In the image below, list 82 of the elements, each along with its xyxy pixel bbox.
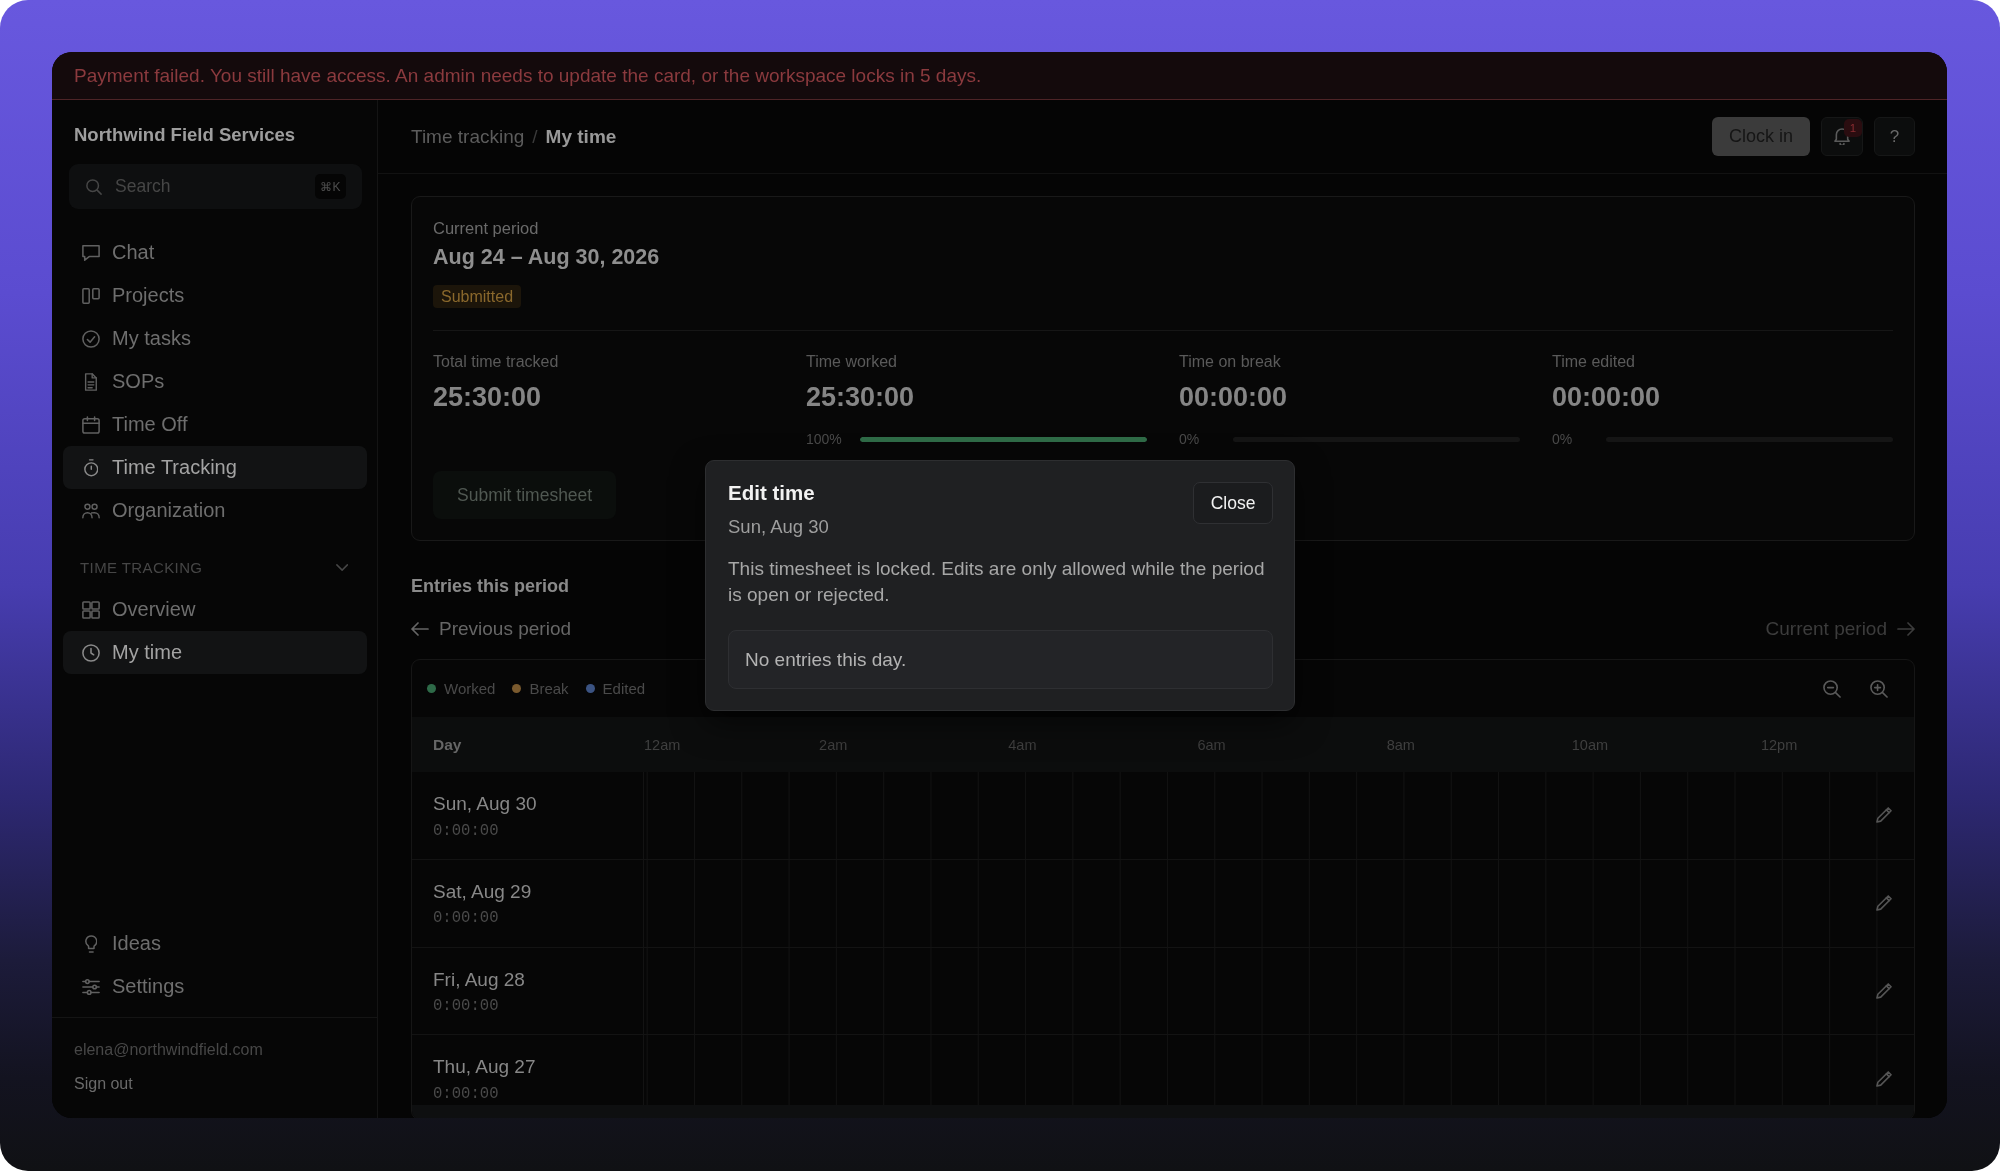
day-label: Fri, Aug 28: [433, 967, 525, 992]
stat-value: 25:30:00: [433, 381, 542, 413]
stat-value: 00:00:00: [1179, 381, 1288, 413]
arrow-right-icon: [1897, 622, 1915, 636]
arrow-left-icon: [411, 622, 429, 636]
close-button[interactable]: Close: [1193, 482, 1273, 524]
previous-period-link[interactable]: Previous period: [411, 618, 572, 640]
day-total: 0:00:00: [433, 1083, 499, 1104]
sidebar-item[interactable]: My time: [63, 631, 367, 674]
breadcrumb-link[interactable]: Time tracking: [411, 125, 525, 148]
sidebar-item[interactable]: Time Tracking: [63, 446, 367, 489]
edit-button[interactable]: [1876, 1070, 1892, 1087]
section-title: Entries this period: [411, 575, 570, 598]
sidebar-item[interactable]: Organization: [63, 489, 367, 532]
legend-label: Break: [529, 680, 569, 697]
sidebar-item[interactable]: My tasks: [63, 317, 367, 360]
notification-badge: 1: [1844, 119, 1862, 137]
edit-button[interactable]: [1876, 895, 1892, 912]
day-label: Sun, Aug 30: [433, 792, 537, 816]
percent-label: 0%: [1552, 431, 1574, 447]
document-icon: [84, 372, 98, 391]
zoom-in-icon: [1870, 679, 1888, 698]
stat-label: Time worked: [806, 352, 897, 372]
column-heading: Day: [432, 735, 463, 754]
search-icon: [86, 178, 102, 195]
stat-label: Time edited: [1552, 352, 1635, 372]
stat-value: 00:00:00: [1552, 381, 1661, 413]
pencil-icon: [1876, 807, 1892, 824]
sidebar-item[interactable]: Overview: [63, 588, 367, 631]
pencil-icon: [1876, 983, 1892, 999]
calendar-icon: [82, 415, 100, 434]
grid-icon: [82, 600, 100, 619]
user-email: elena@northwindfield.com: [74, 1040, 263, 1060]
stat-value: 25:30:00: [806, 381, 915, 413]
status-badge: Submitted: [433, 285, 522, 308]
sidebar-item[interactable]: Time Off: [63, 403, 367, 446]
sidebar-item[interactable]: Chat: [63, 231, 367, 274]
stopwatch-icon: [83, 458, 99, 477]
period-label: Current period: [433, 218, 539, 238]
empty-state: No entries this day.: [728, 630, 1273, 689]
sidebar-item[interactable]: Settings: [63, 965, 367, 1008]
section-toggle[interactable]: TIME TRACKING: [63, 556, 367, 578]
breadcrumb-separator: /: [532, 125, 538, 148]
chevron-down-icon: [335, 563, 348, 571]
people-icon: [82, 501, 100, 520]
legend-label: Edited: [602, 680, 646, 697]
bell-icon: [1833, 128, 1850, 145]
lightbulb-icon: [84, 934, 98, 953]
workspace-name: Northwind Field Services: [74, 123, 296, 147]
help-button[interactable]: ?: [1874, 117, 1915, 156]
sidebar-item[interactable]: Projects: [63, 274, 367, 317]
breadcrumb-current: My time: [545, 125, 617, 148]
check-circle-icon: [82, 329, 100, 348]
day-total: 0:00:00: [433, 820, 499, 841]
percent-label: 100%: [806, 431, 843, 447]
day-total: 0:00:00: [433, 908, 499, 929]
dialog-title: Edit time: [728, 480, 815, 506]
sidebar-item[interactable]: SOPs: [63, 360, 367, 403]
edit-button[interactable]: [1876, 807, 1892, 824]
clock-icon: [82, 643, 100, 662]
dialog-subtitle: Sun, Aug 30: [728, 515, 829, 539]
sign-out-link[interactable]: Sign out: [74, 1074, 133, 1094]
stat-label: Total time tracked: [433, 352, 559, 372]
stat-label: Time on break: [1179, 352, 1281, 372]
keyboard-shortcut: ⌘K: [315, 174, 346, 199]
percent-label: 0%: [1179, 431, 1201, 447]
chat-bubble-icon: [82, 243, 100, 262]
day-label: Sat, Aug 29: [433, 879, 532, 904]
period-range: Aug 24 – Aug 30, 2026: [433, 244, 660, 271]
legend-label: Worked: [444, 680, 496, 697]
sliders-icon: [82, 977, 100, 996]
alert-message: Payment failed. You still have access. An admin needs to update the card, or the workspace locks in 5 days.: [74, 64, 982, 87]
sidebar-item[interactable]: Ideas: [63, 922, 367, 965]
columns-icon: [82, 286, 100, 305]
dialog-message: This timesheet is locked. Edits are only allowed while the period is open or rejected.: [728, 557, 1266, 607]
zoom-out-icon: [1823, 679, 1841, 698]
day-label: Thu, Aug 27: [433, 1055, 536, 1080]
edit-button[interactable]: [1876, 983, 1892, 999]
notifications-button[interactable]: 1: [1821, 117, 1863, 156]
pencil-icon: [1876, 1070, 1892, 1087]
pencil-icon: [1876, 895, 1892, 912]
day-total: 0:00:00: [433, 996, 499, 1017]
